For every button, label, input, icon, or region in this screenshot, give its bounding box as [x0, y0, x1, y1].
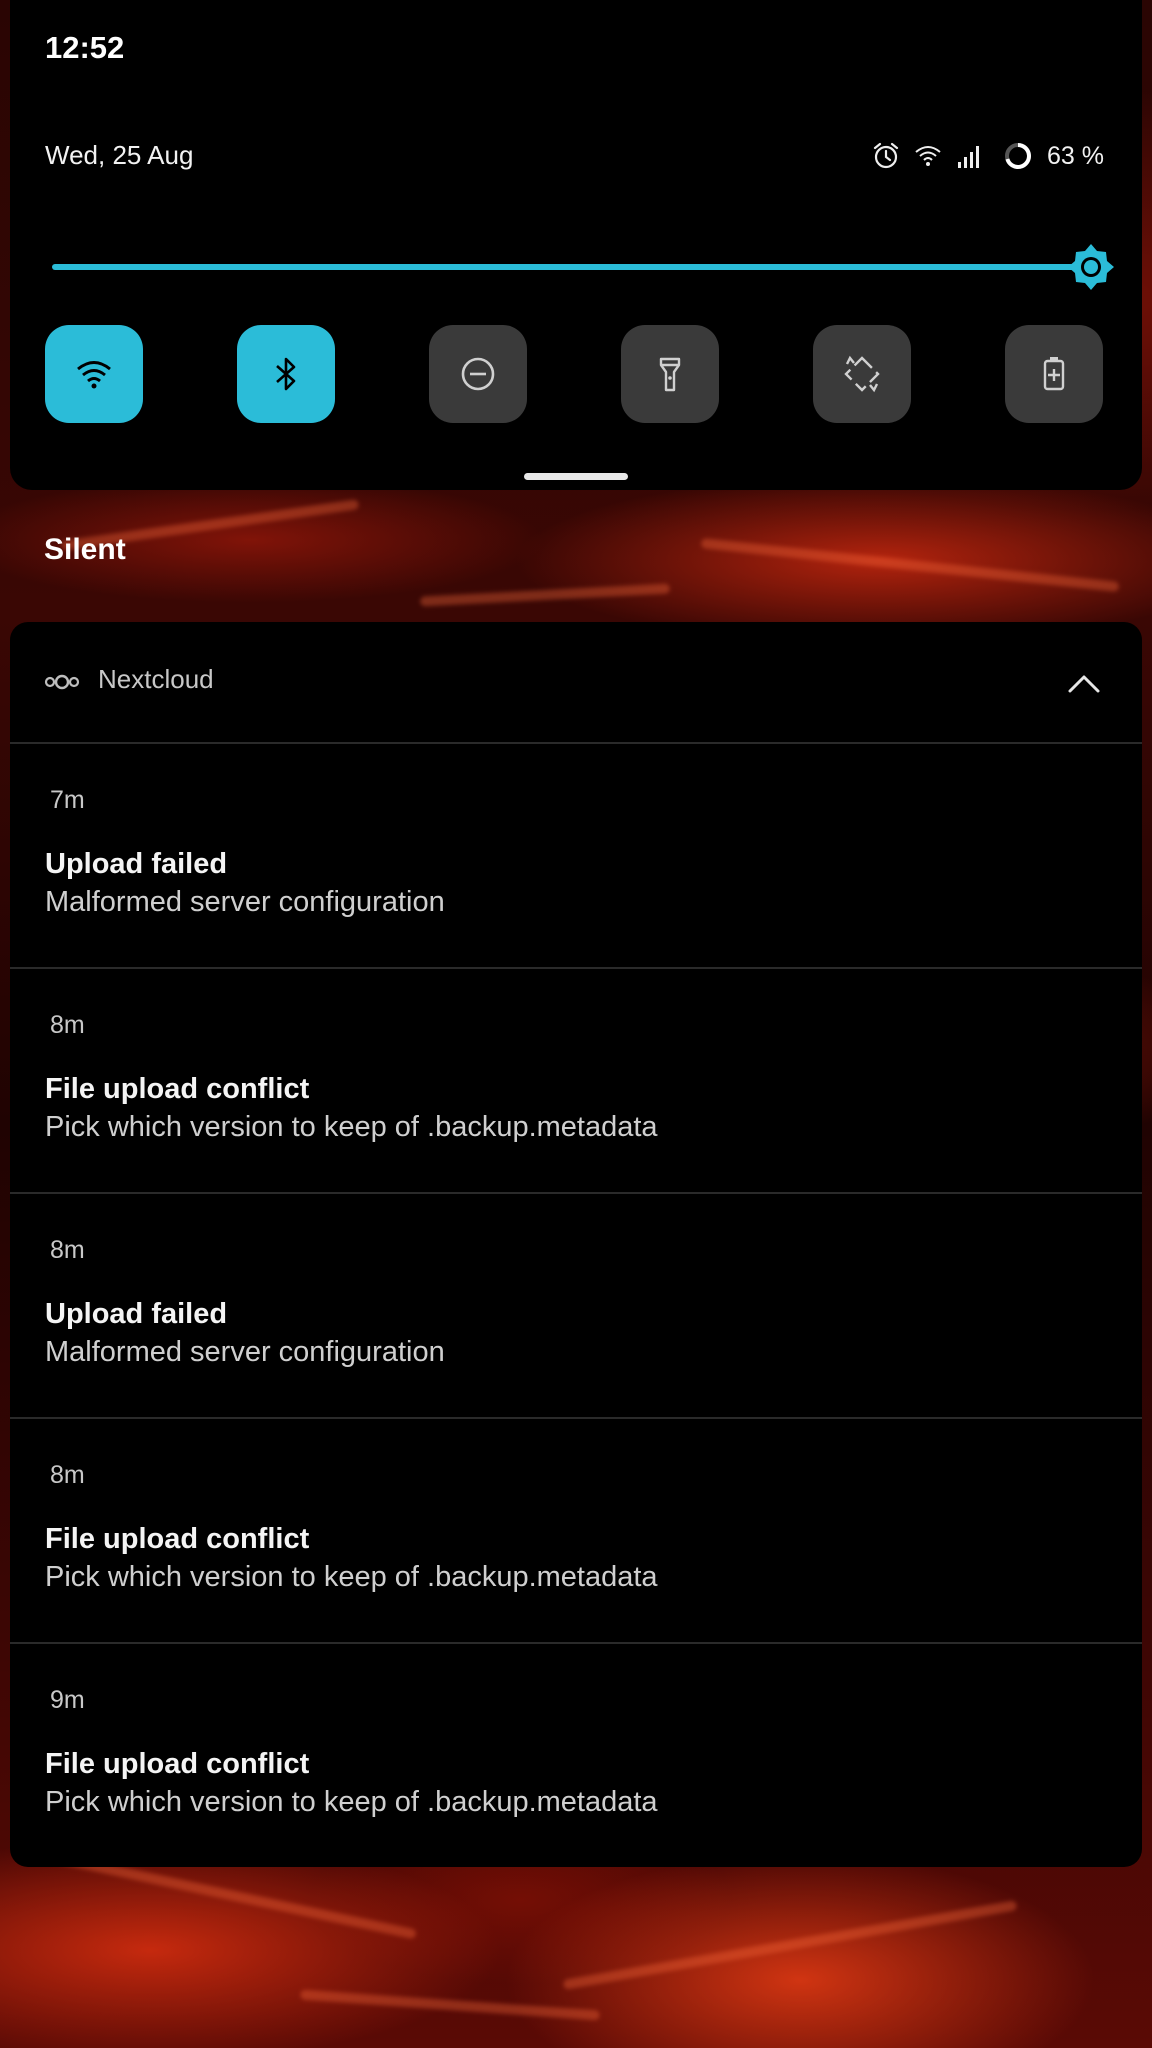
notification-item[interactable]: 8m Upload failed Malformed server config…: [10, 1194, 1142, 1419]
battery-saver-icon: [1043, 357, 1065, 391]
tile-flashlight[interactable]: [621, 325, 719, 423]
brightness-slider[interactable]: [52, 264, 1090, 270]
signal-icon: [958, 146, 980, 168]
notification-item[interactable]: 9m File upload conflict Pick which versi…: [10, 1644, 1142, 1867]
notification-time: 9m: [50, 1686, 85, 1714]
notification-body: Pick which version to keep of .backup.me…: [45, 1111, 658, 1143]
notification-time: 8m: [50, 1461, 85, 1489]
bluetooth-icon: [276, 357, 296, 391]
notification-title: Upload failed: [45, 848, 228, 880]
flashlight-icon: [659, 357, 681, 392]
auto-rotate-icon: [844, 355, 880, 393]
notification-group-nextcloud[interactable]: Nextcloud 7m Upload failed Malformed ser…: [10, 622, 1142, 1867]
notification-title: File upload conflict: [45, 1748, 310, 1780]
notification-body: Pick which version to keep of .backup.me…: [45, 1786, 658, 1818]
notification-item[interactable]: 7m Upload failed Malformed server config…: [10, 744, 1142, 969]
tile-auto-rotate[interactable]: [813, 325, 911, 423]
notification-time: 7m: [50, 786, 85, 814]
date-label: Wed, 25 Aug: [45, 140, 194, 170]
tile-battery-saver[interactable]: [1005, 325, 1103, 423]
notification-title: File upload conflict: [45, 1073, 310, 1105]
notification-body: Pick which version to keep of .backup.me…: [45, 1561, 658, 1593]
status-icons: 63 %: [871, 138, 1104, 174]
notification-title: File upload conflict: [45, 1523, 310, 1555]
battery-percent: 63 %: [1047, 141, 1104, 170]
do-not-disturb-icon: [461, 357, 495, 391]
app-name: Nextcloud: [98, 664, 214, 694]
notification-time: 8m: [50, 1011, 85, 1039]
notification-item[interactable]: 8m File upload conflict Pick which versi…: [10, 1419, 1142, 1644]
notification-time: 8m: [50, 1236, 85, 1264]
battery-ring-icon: [1005, 143, 1032, 169]
status-clock: 12:52: [45, 30, 125, 65]
notification-group-header[interactable]: Nextcloud: [10, 622, 1142, 744]
notification-title: Upload failed: [45, 1298, 228, 1330]
tile-do-not-disturb[interactable]: [429, 325, 527, 423]
wifi-icon: [915, 146, 941, 166]
alarm-icon: [873, 142, 899, 169]
panel-drag-handle[interactable]: [524, 473, 628, 480]
quick-settings-tiles: [45, 325, 1103, 423]
section-silent-label: Silent: [44, 533, 126, 566]
tile-bluetooth[interactable]: [237, 325, 335, 423]
notification-item[interactable]: 8m File upload conflict Pick which versi…: [10, 969, 1142, 1194]
notification-body: Malformed server configuration: [45, 1336, 445, 1368]
tile-wifi[interactable]: [45, 325, 143, 423]
chevron-up-icon[interactable]: [1066, 665, 1102, 701]
nextcloud-icon: [44, 674, 80, 690]
brightness-icon[interactable]: [1068, 244, 1114, 290]
wifi-icon: [77, 361, 111, 389]
notification-body: Malformed server configuration: [45, 886, 445, 918]
